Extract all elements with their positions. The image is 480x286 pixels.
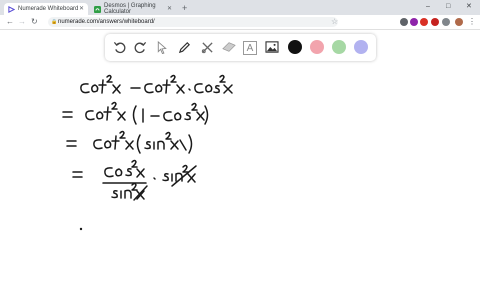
tab-close-icon[interactable]: ✕ — [79, 5, 84, 12]
browser-tab-strip: Numerade Whiteboard ✕ Desmos | Graphing … — [0, 0, 480, 15]
select-cursor-icon[interactable] — [155, 40, 169, 54]
lock-icon: 🔒 — [51, 19, 58, 25]
new-tab-button[interactable]: + — [182, 3, 187, 13]
color-black-swatch[interactable] — [288, 40, 302, 54]
extension-icon[interactable] — [400, 18, 408, 26]
handwriting-line — [62, 101, 209, 125]
eraser-icon[interactable] — [222, 40, 236, 54]
color-lavender-swatch[interactable] — [354, 40, 368, 54]
tab-title: Numerade Whiteboard — [18, 6, 79, 12]
address-bar[interactable]: 🔒 numerade.com/answers/whiteboard/ — [48, 17, 338, 27]
pen-dot — [79, 227, 83, 231]
whiteboard-canvas[interactable] — [0, 61, 480, 286]
handwriting-line — [72, 159, 197, 201]
tab-desmos[interactable]: Desmos | Graphing Calculator ✕ — [90, 3, 176, 15]
forward-icon[interactable]: → — [18, 17, 26, 27]
text-tool-icon[interactable]: A — [243, 41, 257, 55]
tab-numerade-whiteboard[interactable]: Numerade Whiteboard ✕ — [4, 3, 88, 15]
handwriting-line — [66, 130, 193, 154]
color-green-swatch[interactable] — [332, 40, 346, 54]
handwriting-line — [80, 74, 233, 94]
extension-icon[interactable] — [410, 18, 418, 26]
browser-menu-icon[interactable]: ⋮ — [468, 17, 476, 27]
maximize-button[interactable]: □ — [446, 2, 450, 12]
tab-title: Desmos | Graphing Calculator — [104, 3, 156, 15]
image-icon[interactable] — [265, 40, 279, 54]
tab-close-icon[interactable]: ✕ — [167, 5, 172, 12]
extension-icon[interactable] — [431, 18, 439, 26]
bookmark-star-icon[interactable]: ☆ — [331, 17, 338, 27]
tools-icon[interactable] — [200, 40, 214, 54]
pen-icon[interactable] — [177, 40, 191, 54]
browser-toolbar: ← → ↻ 🔒 numerade.com/answers/whiteboard/… — [0, 15, 480, 30]
url-text: numerade.com/answers/whiteboard/ — [58, 19, 155, 25]
undo-icon[interactable] — [112, 40, 126, 54]
minimize-button[interactable]: – — [426, 2, 430, 12]
reload-icon[interactable]: ↻ — [31, 17, 38, 27]
desmos-favicon-icon — [94, 5, 101, 13]
extension-icon[interactable] — [442, 18, 450, 26]
numerade-favicon-icon — [8, 5, 15, 13]
redo-icon[interactable] — [133, 40, 147, 54]
close-window-button[interactable]: ✕ — [466, 2, 472, 12]
color-pink-swatch[interactable] — [310, 40, 324, 54]
extension-icon[interactable] — [420, 18, 428, 26]
whiteboard-toolbar: A — [105, 34, 376, 61]
profile-avatar[interactable] — [455, 18, 463, 26]
back-icon[interactable]: ← — [6, 17, 14, 27]
